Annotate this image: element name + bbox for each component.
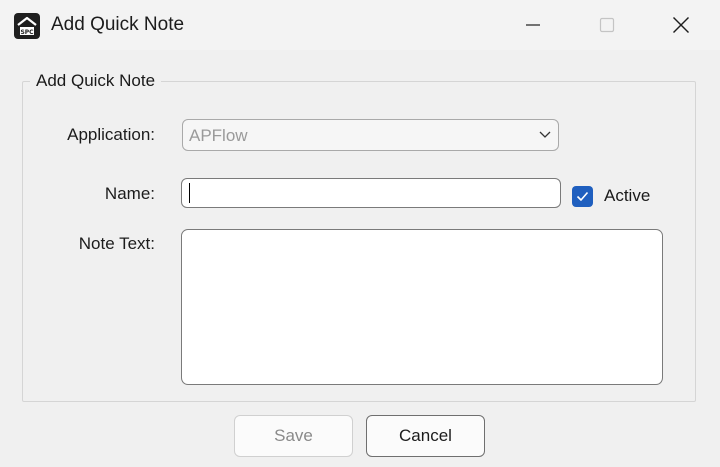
application-label: Application: — [67, 125, 155, 144]
chevron-down-icon — [539, 131, 551, 138]
active-checkbox[interactable] — [572, 186, 593, 207]
application-dropdown[interactable]: APFlow — [182, 119, 559, 151]
title-bar[interactable]: SPC Add Quick Note — [0, 0, 720, 50]
name-input[interactable] — [181, 178, 561, 208]
note-text-label: Note Text: — [78, 234, 155, 253]
save-button[interactable]: Save — [234, 415, 353, 457]
text-caret — [189, 183, 190, 203]
window-title: Add Quick Note — [51, 14, 185, 35]
active-label[interactable]: Active — [604, 186, 650, 206]
cancel-button[interactable]: Cancel — [366, 415, 485, 457]
minimize-button[interactable] — [496, 0, 570, 50]
app-logo-icon: SPC — [14, 13, 40, 39]
application-value: APFlow — [189, 126, 248, 145]
note-text-area[interactable] — [181, 229, 663, 385]
checkmark-icon — [576, 191, 589, 201]
minimize-icon — [526, 24, 540, 26]
svg-text:SPC: SPC — [20, 29, 34, 36]
name-label: Name: — [104, 184, 155, 203]
maximize-button[interactable] — [570, 0, 644, 50]
group-title: Add Quick Note — [30, 71, 162, 91]
close-icon — [673, 17, 689, 33]
close-button[interactable] — [644, 0, 718, 50]
maximize-icon — [599, 17, 615, 33]
